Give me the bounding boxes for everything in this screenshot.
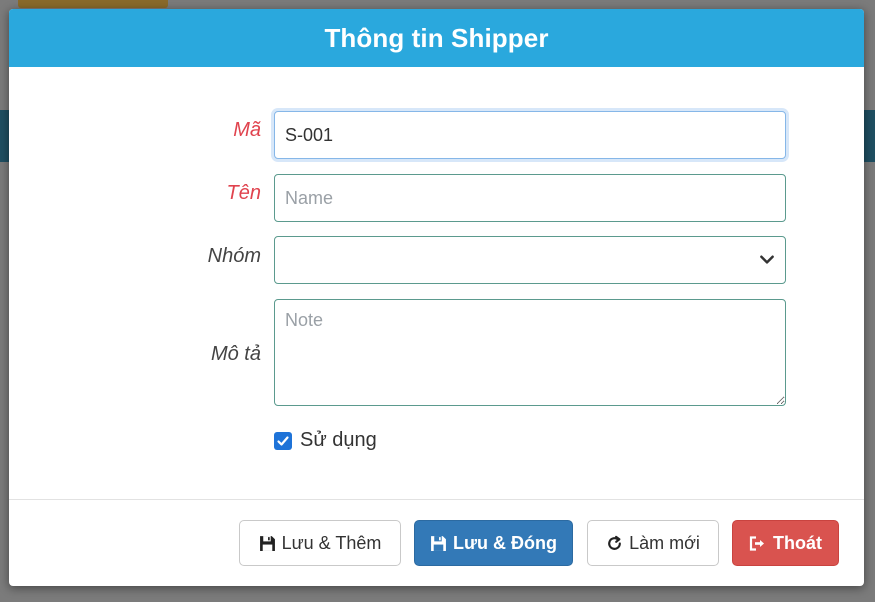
exit-label: Thoát bbox=[773, 532, 822, 553]
refresh-label: Làm mới bbox=[629, 532, 700, 553]
active-checkbox-row[interactable]: Sử dụng bbox=[274, 429, 377, 452]
code-input[interactable] bbox=[274, 111, 786, 159]
floppy-disk-icon bbox=[431, 535, 446, 551]
active-checkbox[interactable] bbox=[274, 431, 292, 450]
description-label: Mô tả bbox=[210, 343, 261, 365]
floppy-disk-icon bbox=[259, 535, 275, 551]
active-checkbox-label: Sử dụng bbox=[300, 429, 377, 451]
refresh-button[interactable]: Làm mới bbox=[587, 520, 719, 566]
background-tab bbox=[18, 0, 168, 8]
save-add-label: Lưu & Thêm bbox=[281, 532, 382, 553]
dialog-footer: Lưu & Thêm Lưu & Đóng Làm mới Thoát bbox=[9, 499, 864, 586]
code-label: Mã bbox=[233, 119, 261, 141]
chevron-down-icon bbox=[760, 255, 774, 264]
shipper-dialog: Thông tin Shipper Mã Tên Nhóm bbox=[9, 9, 864, 586]
checkmark-icon bbox=[277, 435, 289, 446]
save-close-label: Lưu & Đóng bbox=[452, 532, 557, 553]
name-input[interactable] bbox=[274, 174, 786, 222]
group-select-wrapper bbox=[274, 236, 786, 284]
exit-button[interactable]: Thoát bbox=[732, 520, 839, 566]
dialog-header: Thông tin Shipper bbox=[9, 9, 864, 67]
dialog-body: Mã Tên Nhóm Mô tả bbox=[9, 67, 864, 499]
save-close-button[interactable]: Lưu & Đóng bbox=[414, 520, 573, 566]
save-add-button[interactable]: Lưu & Thêm bbox=[239, 520, 401, 566]
name-label: Tên bbox=[226, 182, 261, 204]
group-select[interactable] bbox=[274, 236, 786, 284]
refresh-icon bbox=[608, 535, 621, 550]
sign-out-icon bbox=[749, 535, 764, 551]
dialog-title: Thông tin Shipper bbox=[324, 22, 549, 53]
description-textarea[interactable] bbox=[274, 299, 786, 406]
group-label: Nhóm bbox=[207, 245, 261, 267]
